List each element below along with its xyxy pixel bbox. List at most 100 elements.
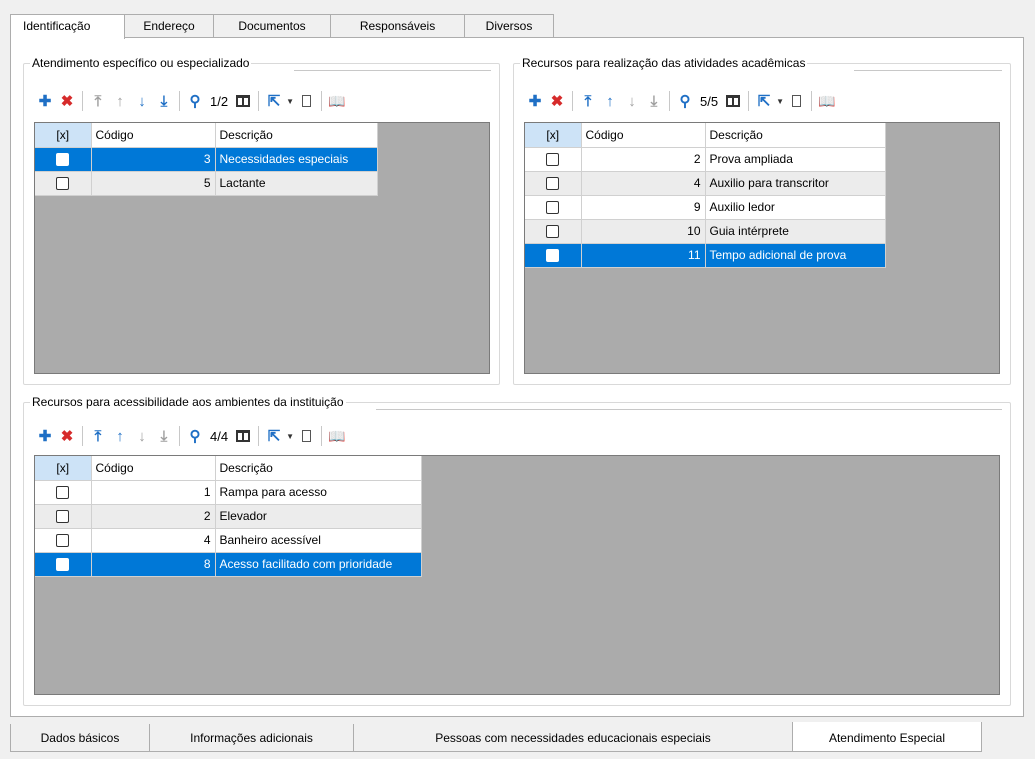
table-row[interactable]: 2 Prova ampliada — [525, 147, 886, 172]
separator — [82, 426, 83, 446]
bottom-tab-strip: Dados básicos Informações adicionais Pes… — [10, 722, 982, 752]
table-row[interactable]: 4 Auxilio para transcritor — [525, 171, 886, 196]
page-indicator: 5/5 — [700, 93, 719, 109]
group-acessibilidade: Recursos para acessibilidade aos ambient… — [23, 395, 1011, 706]
row-checkbox[interactable] — [546, 153, 560, 167]
group-title: Recursos para acessibilidade aos ambient… — [30, 395, 346, 409]
header-check[interactable]: [x] — [35, 123, 92, 148]
separator — [748, 91, 750, 111]
move-up-icon[interactable]: ↑ — [109, 90, 131, 112]
row-desc: Prova ampliada — [705, 147, 886, 172]
move-top-icon[interactable]: ⤒ — [577, 90, 599, 112]
top-tab-strip: Identificação Endereço Documentos Respon… — [10, 14, 554, 39]
tab-diversos[interactable]: Diversos — [464, 14, 554, 38]
columns-icon[interactable] — [232, 425, 254, 447]
delete-icon[interactable]: ✖ — [56, 425, 78, 447]
group-divider — [854, 70, 1002, 71]
move-top-icon[interactable]: ⤒ — [87, 425, 109, 447]
delete-icon[interactable]: ✖ — [56, 90, 78, 112]
row-code: 4 — [91, 528, 216, 553]
header-desc[interactable]: Descrição — [705, 123, 886, 148]
grid-recursos-academicos[interactable]: [x] Código Descrição 2 Prova ampliada 4 … — [524, 122, 1000, 374]
dropdown-icon[interactable]: ▼ — [775, 97, 785, 106]
row-checkbox[interactable] — [56, 510, 70, 524]
tab-informacoes-adicionais[interactable]: Informações adicionais — [149, 724, 354, 752]
toolbar: ✚ ✖ ⤒ ↑ ↓ ⤓ ⚲ 5/5 ⇱ ▼ 📖 — [524, 88, 838, 114]
row-checkbox[interactable] — [546, 177, 560, 191]
row-checkbox[interactable] — [546, 249, 560, 263]
header-desc[interactable]: Descrição — [215, 456, 422, 481]
table-row[interactable]: 1 Rampa para acesso — [35, 480, 422, 505]
header-code[interactable]: Código — [581, 123, 706, 148]
columns-icon[interactable] — [722, 90, 744, 112]
table-row[interactable]: 8 Acesso facilitado com prioridade — [35, 552, 422, 577]
tab-identificacao[interactable]: Identificação — [10, 14, 125, 39]
move-bottom-icon[interactable]: ⤓ — [153, 90, 175, 112]
header-code[interactable]: Código — [91, 456, 216, 481]
book-icon[interactable]: 📖 — [816, 90, 838, 112]
dropdown-icon[interactable]: ▼ — [285, 97, 295, 106]
header-check[interactable]: [x] — [525, 123, 582, 148]
header-desc[interactable]: Descrição — [215, 123, 378, 148]
grid-atendimento[interactable]: [x] Código Descrição 3 Necessidades espe… — [34, 122, 490, 374]
move-top-icon[interactable]: ⤒ — [87, 90, 109, 112]
page-indicator: 1/2 — [210, 93, 229, 109]
document-icon[interactable] — [295, 90, 317, 112]
row-checkbox[interactable] — [56, 486, 70, 500]
export-icon[interactable]: ⇱ — [753, 90, 775, 112]
header-check[interactable]: [x] — [35, 456, 92, 481]
row-checkbox[interactable] — [56, 558, 70, 572]
document-icon[interactable] — [785, 90, 807, 112]
add-icon[interactable]: ✚ — [34, 90, 56, 112]
export-icon[interactable]: ⇱ — [263, 425, 285, 447]
grid-acessibilidade[interactable]: [x] Código Descrição 1 Rampa para acesso… — [34, 455, 1000, 695]
add-icon[interactable]: ✚ — [34, 425, 56, 447]
tab-atendimento-especial[interactable]: Atendimento Especial — [792, 722, 982, 752]
move-up-icon[interactable]: ↑ — [109, 425, 131, 447]
book-icon[interactable]: 📖 — [326, 425, 348, 447]
search-icon[interactable]: ⚲ — [184, 90, 206, 112]
search-icon[interactable]: ⚲ — [674, 90, 696, 112]
move-up-icon[interactable]: ↑ — [599, 90, 621, 112]
row-checkbox[interactable] — [56, 153, 70, 167]
tab-dados-basicos[interactable]: Dados básicos — [10, 724, 150, 752]
table-row[interactable]: 5 Lactante — [35, 171, 378, 196]
add-icon[interactable]: ✚ — [524, 90, 546, 112]
columns-icon[interactable] — [232, 90, 254, 112]
table-row[interactable]: 9 Auxilio ledor — [525, 195, 886, 220]
group-title: Recursos para realização das atividades … — [520, 56, 808, 70]
row-desc: Elevador — [215, 504, 422, 529]
row-checkbox[interactable] — [546, 225, 560, 239]
move-bottom-icon[interactable]: ⤓ — [643, 90, 665, 112]
table-header: [x] Código Descrição — [35, 456, 422, 481]
dropdown-icon[interactable]: ▼ — [285, 432, 295, 441]
tab-endereco[interactable]: Endereço — [124, 14, 214, 38]
separator — [179, 91, 180, 111]
move-down-icon[interactable]: ↓ — [621, 90, 643, 112]
table-row[interactable]: 10 Guia intérprete — [525, 219, 886, 244]
row-desc: Banheiro acessível — [215, 528, 422, 553]
search-icon[interactable]: ⚲ — [184, 425, 206, 447]
row-checkbox[interactable] — [546, 201, 560, 215]
tab-pessoas-necessidades[interactable]: Pessoas com necessidades educacionais es… — [353, 724, 793, 752]
row-checkbox[interactable] — [56, 534, 70, 548]
row-code: 11 — [581, 243, 706, 268]
row-checkbox[interactable] — [56, 177, 70, 191]
document-icon[interactable] — [295, 425, 317, 447]
row-desc: Necessidades especiais — [215, 147, 378, 172]
tab-documentos[interactable]: Documentos — [213, 14, 331, 38]
table-row[interactable]: 4 Banheiro acessível — [35, 528, 422, 553]
move-down-icon[interactable]: ↓ — [131, 425, 153, 447]
move-bottom-icon[interactable]: ⤓ — [153, 425, 175, 447]
table-row[interactable]: 2 Elevador — [35, 504, 422, 529]
book-icon[interactable]: 📖 — [326, 90, 348, 112]
table-row[interactable]: 11 Tempo adicional de prova — [525, 243, 886, 268]
table-row[interactable]: 3 Necessidades especiais — [35, 147, 378, 172]
delete-icon[interactable]: ✖ — [546, 90, 568, 112]
export-icon[interactable]: ⇱ — [263, 90, 285, 112]
move-down-icon[interactable]: ↓ — [131, 90, 153, 112]
header-code[interactable]: Código — [91, 123, 216, 148]
tab-responsaveis[interactable]: Responsáveis — [330, 14, 465, 38]
separator — [321, 91, 323, 111]
row-desc: Lactante — [215, 171, 378, 196]
